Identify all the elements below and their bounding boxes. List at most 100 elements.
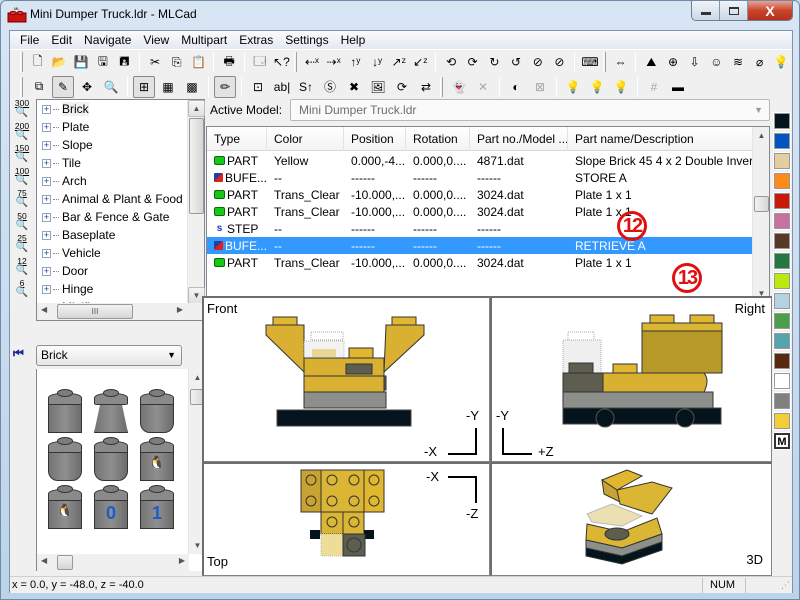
scroll-up-arrow[interactable]: ▲ [188, 100, 205, 117]
scroll-left-arrow[interactable]: ◀ [41, 556, 47, 565]
import-button[interactable]: ⇩ [685, 51, 705, 73]
toolbar-grip[interactable] [20, 52, 23, 72]
color-swatch[interactable] [773, 172, 791, 190]
grid-coarse-button[interactable]: ▦ [157, 76, 179, 98]
part-browser-hscroll[interactable]: ◀ ▶ [37, 554, 189, 571]
spring-generator-button[interactable]: ≋ [728, 51, 748, 73]
move-mode-button[interactable]: ✥ [76, 76, 98, 98]
menu-extras[interactable]: Extras [233, 31, 279, 49]
maximize-button[interactable] [720, 1, 748, 20]
open-folder-button[interactable]: 📂 [50, 51, 70, 73]
tree-item[interactable]: + Slope [37, 136, 187, 154]
add-rotation-button[interactable]: ⟳ [391, 76, 413, 98]
rotate-y-ccw-button[interactable]: ↺ [506, 51, 526, 73]
color-swatch[interactable] [773, 212, 791, 230]
color-swatch[interactable] [773, 132, 791, 150]
dimension-button[interactable]: ⇔ [611, 51, 631, 73]
scroll-right-arrow[interactable]: ▶ [179, 556, 185, 565]
move-minus-y-button[interactable]: ↑ʸ [346, 51, 366, 73]
tree-item[interactable]: + Tile [37, 154, 187, 172]
paste-button[interactable]: 📋 [189, 51, 209, 73]
menu-edit[interactable]: Edit [45, 31, 78, 49]
add-picture-button[interactable]: 🖼 [367, 76, 389, 98]
cut-button[interactable]: ✂ [145, 51, 165, 73]
minifig-generator-button[interactable]: ☺ [706, 51, 726, 73]
front-view[interactable]: Front -Y -X [202, 296, 490, 462]
first-page-icon[interactable]: ⏮ [13, 346, 31, 364]
save-as-button[interactable]: 🖫 [93, 51, 113, 73]
table-row[interactable]: BUFE... -- ------ ------ ------ RETRIEVE A [207, 237, 753, 254]
parts-tree-hscroll[interactable]: ◀ III ▶ [37, 303, 187, 320]
color-swatch[interactable] [773, 372, 791, 390]
add-part-button[interactable]: ⊡ [247, 76, 269, 98]
menu-multipart[interactable]: Multipart [175, 31, 233, 49]
tree-item[interactable]: + Plate [37, 118, 187, 136]
zoom-50-button[interactable]: 50 🔍 [10, 211, 34, 235]
scroll-thumb[interactable] [57, 555, 73, 570]
expand-icon[interactable]: + [42, 248, 51, 258]
column-header-position[interactable]: Position [344, 127, 406, 151]
toolbar-grip[interactable] [294, 52, 298, 72]
table-row[interactable]: BUFE... -- ------ ------ ------ STORE A [207, 169, 753, 186]
toolbar-grip[interactable] [20, 76, 23, 97]
scroll-up-arrow[interactable]: ▲ [753, 127, 770, 144]
grid-fine-button[interactable]: ▩ [181, 76, 203, 98]
ghost-button[interactable]: 👻 [448, 76, 470, 98]
zoom-300-button[interactable]: 300 🔍 [10, 99, 34, 122]
right-view[interactable]: Right -Y +Z [490, 296, 772, 462]
scroll-left-arrow[interactable]: ◀ [41, 305, 47, 314]
zoom-150-button[interactable]: 150 🔍 [10, 144, 34, 167]
tree-item[interactable]: + Arch [37, 172, 187, 190]
column-header-color[interactable]: Color [267, 127, 344, 151]
scroll-thumb[interactable] [189, 118, 204, 214]
part-preview[interactable] [91, 389, 131, 435]
menu-help[interactable]: Help [335, 31, 372, 49]
color-swatch[interactable] [773, 292, 791, 310]
color-swatch[interactable] [773, 332, 791, 350]
part-preview[interactable] [91, 437, 131, 483]
move-minus-z-button[interactable]: ↙ᶻ [411, 51, 431, 73]
menu-settings[interactable]: Settings [279, 31, 334, 49]
keyboard-button[interactable]: ⌨ [580, 51, 600, 73]
expand-icon[interactable]: + [42, 140, 51, 150]
light-multi-button[interactable]: 💡 [610, 76, 632, 98]
tree-item[interactable]: + Vehicle [37, 244, 187, 262]
brick-origin-button[interactable]: ▬ [667, 76, 689, 98]
column-header-description[interactable]: Part name/Description [568, 127, 753, 151]
3d-view[interactable]: 3D [490, 462, 772, 576]
light-off-button[interactable]: 💡 [586, 76, 608, 98]
part-list-vscroll[interactable]: ▲ ▼ [752, 127, 769, 302]
move-minus-x-button[interactable]: ⇠ˣ [302, 51, 322, 73]
move-plus-y-button[interactable]: ↓ʸ [367, 51, 387, 73]
color-swatch[interactable] [773, 352, 791, 370]
tree-item[interactable]: + Brick [37, 100, 187, 118]
zoom-window-button[interactable]: 🔍 [100, 76, 122, 98]
menu-file[interactable]: File [14, 31, 45, 49]
hint-button[interactable]: 💡 [772, 51, 792, 73]
tree-item[interactable]: + Hinge [37, 280, 187, 298]
toolbar-grip[interactable] [602, 52, 606, 72]
rotate-z-cw-button[interactable]: ⊘ [528, 51, 548, 73]
hose-generator-button[interactable]: ⌀ [750, 51, 770, 73]
column-header-type[interactable]: Type [207, 127, 267, 151]
color-swatch[interactable] [773, 232, 791, 250]
model-view-button[interactable]: ⧉ [28, 76, 50, 98]
unghost-button[interactable]: ✕ [472, 76, 494, 98]
four-views-button[interactable]: ⊞ [133, 75, 155, 98]
rotate-x-ccw-button[interactable]: ⟳ [463, 51, 483, 73]
minimize-button[interactable] [692, 1, 720, 20]
new-file-button[interactable]: 🗋 [28, 51, 48, 73]
zoom-100-button[interactable]: 100 🔍 [10, 166, 34, 190]
expand-icon[interactable]: + [42, 284, 51, 294]
zoom-75-button[interactable]: 75 🔍 [10, 189, 34, 212]
color-swatch[interactable] [773, 272, 791, 290]
zoom-6-button[interactable]: 6 🔍 [10, 279, 34, 302]
move-plus-z-button[interactable]: ↗ᶻ [389, 51, 409, 73]
color-select-button[interactable]: ◐ [505, 76, 527, 98]
close-button[interactable]: X [748, 1, 792, 20]
rotate-x-cw-button[interactable]: ⟲ [441, 51, 461, 73]
delete-part-button[interactable]: ✖ [343, 76, 365, 98]
table-row[interactable]: PART Trans_Clear -10.000,... 0.000,0.... 302… [207, 254, 753, 271]
color-swatch[interactable] [773, 152, 791, 170]
rotate-y-cw-button[interactable]: ↻ [485, 51, 505, 73]
